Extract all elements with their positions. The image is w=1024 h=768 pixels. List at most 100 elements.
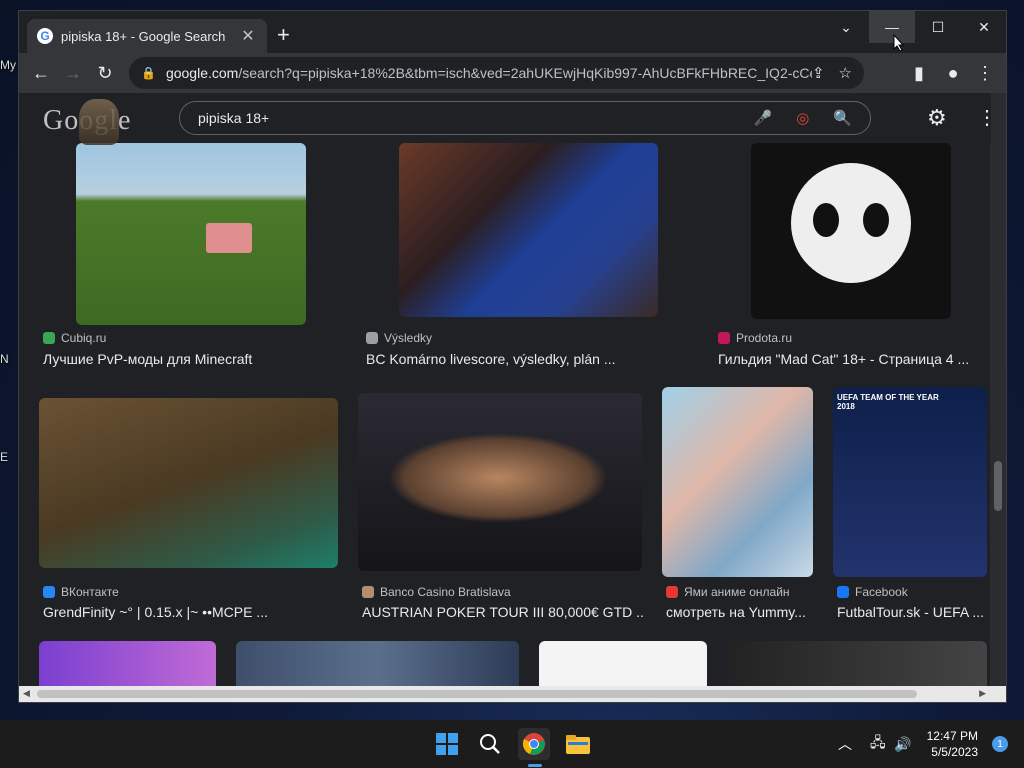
site-favicon-icon — [366, 332, 378, 344]
result-caption[interactable]: Лучшие PvP-моды для Minecraft — [43, 351, 343, 367]
source-label: ВКонтакте — [61, 585, 119, 599]
people-group — [388, 433, 608, 523]
panda-face — [791, 163, 911, 283]
result-source[interactable]: Prodota.ru — [718, 331, 792, 345]
google-header: Google pipiska 18+ 🎤 ◎ 🔍 ⚙ ⋮⋮ — [19, 93, 991, 145]
network-icon[interactable]: 🖧 — [870, 720, 886, 768]
panda-eye — [813, 203, 839, 237]
profile-icon[interactable]: ● — [937, 57, 969, 89]
site-favicon-icon — [43, 586, 55, 598]
result-thumbnail[interactable] — [727, 641, 987, 687]
result-thumbnail[interactable] — [76, 143, 306, 325]
result-source[interactable]: Facebook — [837, 585, 908, 599]
url-path: /search?q=pipiska+18%2B&tbm=isch&ved=2ah… — [238, 65, 812, 81]
share-icon[interactable]: ⇪ — [812, 64, 825, 82]
result-caption[interactable]: GrendFinity ~° | 0.15.x |~ ••MCPE ... — [43, 604, 343, 620]
tray-overflow-icon[interactable]: ︿ — [838, 720, 852, 768]
file-explorer-icon[interactable] — [562, 728, 594, 760]
search-icon[interactable] — [474, 728, 506, 760]
source-label: Výsledky — [384, 331, 433, 345]
panda-eye — [863, 203, 889, 237]
google-logo[interactable]: Google — [43, 99, 131, 145]
result-caption[interactable]: Гильдия "Mad Cat" 18+ - Страница 4 ... — [718, 351, 983, 367]
search-icon[interactable]: 🔍 — [833, 109, 852, 127]
browser-tab[interactable]: G pipiska 18+ - Google Search ✕ — [27, 19, 267, 53]
search-input[interactable]: pipiska 18+ — [198, 110, 730, 126]
scrollbar-thumb[interactable] — [994, 461, 1002, 511]
result-thumbnail[interactable] — [236, 641, 519, 687]
horizontal-scrollbar[interactable]: ◀ ▶ — [19, 686, 1006, 702]
result-caption[interactable]: AUSTRIAN POKER TOUR III 80,000€ GTD ... — [362, 604, 644, 620]
thumbnail-heading: UEFA TEAM OF THE YEAR 2018 — [837, 393, 939, 411]
result-source[interactable]: Cubiq.ru — [43, 331, 106, 345]
result-thumbnail[interactable] — [358, 393, 642, 571]
source-label: Cubiq.ru — [61, 331, 107, 345]
page-content: Google pipiska 18+ 🎤 ◎ 🔍 ⚙ ⋮⋮ Cubiq.ru Л… — [19, 93, 991, 687]
taskbar: ︿ 🖧 🔊 12:47 PM 5/5/2023 1 — [0, 720, 1024, 768]
source-label: Facebook — [855, 585, 908, 599]
result-thumbnail[interactable] — [39, 398, 338, 568]
pig-figure — [206, 223, 252, 253]
scrollbar-thumb[interactable] — [37, 690, 917, 698]
result-source[interactable]: Ями аниме онлайн — [666, 585, 790, 599]
result-source[interactable]: Výsledky — [366, 331, 432, 345]
new-tab-button[interactable]: + — [277, 24, 290, 46]
forward-icon[interactable]: → — [57, 57, 89, 89]
result-caption[interactable]: смотреть на Yummy... — [666, 604, 826, 620]
back-icon[interactable]: ← — [25, 57, 57, 89]
result-thumbnail[interactable] — [662, 387, 813, 577]
site-favicon-icon — [718, 332, 730, 344]
doodle-image — [79, 99, 119, 145]
result-caption[interactable]: BC Komárno livescore, výsledky, plán ... — [366, 351, 696, 367]
tab-search-icon[interactable]: ⌄ — [823, 11, 869, 43]
clock[interactable]: 12:47 PM 5/5/2023 — [927, 728, 978, 760]
site-favicon-icon — [43, 332, 55, 344]
result-thumbnail[interactable]: UEFA TEAM OF THE YEAR 2018 — [833, 387, 987, 577]
reload-icon[interactable]: ↻ — [89, 57, 121, 89]
windows-start-icon[interactable] — [431, 728, 463, 760]
desktop-icon-label[interactable]: E — [0, 450, 8, 464]
scroll-left-icon[interactable]: ◀ — [23, 688, 30, 699]
scroll-right-icon[interactable]: ▶ — [979, 688, 986, 699]
side-panel-icon[interactable]: ▮ — [903, 57, 935, 89]
url-text[interactable]: google.com/search?q=pipiska+18%2B&tbm=is… — [166, 65, 812, 81]
lens-camera-icon[interactable]: ◎ — [796, 109, 809, 127]
result-source[interactable]: Banco Casino Bratislava — [362, 585, 511, 599]
google-favicon-icon: G — [37, 28, 53, 44]
result-thumbnail[interactable] — [399, 143, 658, 317]
chrome-icon[interactable] — [518, 728, 550, 760]
volume-icon[interactable]: 🔊 — [894, 720, 911, 768]
bookmark-star-icon[interactable]: ☆ — [839, 64, 852, 82]
maximize-button[interactable]: ☐ — [915, 11, 961, 43]
minimize-button[interactable]: — — [869, 11, 915, 43]
vertical-scrollbar[interactable] — [990, 93, 1006, 687]
result-caption[interactable]: FutbalTour.sk - UEFA ... — [837, 604, 987, 620]
desktop-icon-label[interactable]: N — [0, 352, 9, 366]
microphone-icon[interactable]: 🎤 — [754, 109, 773, 127]
browser-toolbar: ← → ↻ 🔒 google.com/search?q=pipiska+18%2… — [19, 53, 1006, 93]
tab-bar: G pipiska 18+ - Google Search ✕ + ⌄ — ☐ … — [19, 11, 1006, 53]
notification-badge[interactable]: 1 — [992, 736, 1008, 752]
url-domain: google.com — [165, 65, 239, 81]
result-thumbnail[interactable] — [539, 641, 707, 687]
clock-time: 12:47 PM — [926, 729, 978, 743]
lock-icon[interactable]: 🔒 — [141, 66, 156, 80]
close-tab-icon[interactable]: ✕ — [239, 26, 257, 46]
result-source[interactable]: ВКонтакте — [43, 585, 119, 599]
result-thumbnail[interactable] — [751, 143, 951, 319]
settings-gear-icon[interactable]: ⚙ — [927, 105, 947, 131]
search-box[interactable]: pipiska 18+ 🎤 ◎ 🔍 — [179, 101, 871, 135]
source-label: Ями аниме онлайн — [684, 585, 790, 599]
result-thumbnail[interactable] — [39, 641, 216, 687]
tab-title: pipiska 18+ - Google Search — [61, 28, 226, 44]
address-bar[interactable]: 🔒 google.com/search?q=pipiska+18%2B&tbm=… — [129, 57, 864, 89]
google-apps-icon[interactable]: ⋮⋮ — [977, 105, 991, 130]
source-label: Prodota.ru — [736, 331, 793, 345]
desktop-icon-label[interactable]: My — [0, 58, 16, 72]
chrome-menu-icon[interactable]: ⋮ — [969, 57, 1001, 89]
source-label: Banco Casino Bratislava — [380, 585, 511, 599]
site-favicon-icon — [362, 586, 374, 598]
close-window-button[interactable]: ✕ — [961, 11, 1006, 43]
browser-window: G pipiska 18+ - Google Search ✕ + ⌄ — ☐ … — [18, 10, 1007, 703]
site-favicon-icon — [666, 586, 678, 598]
